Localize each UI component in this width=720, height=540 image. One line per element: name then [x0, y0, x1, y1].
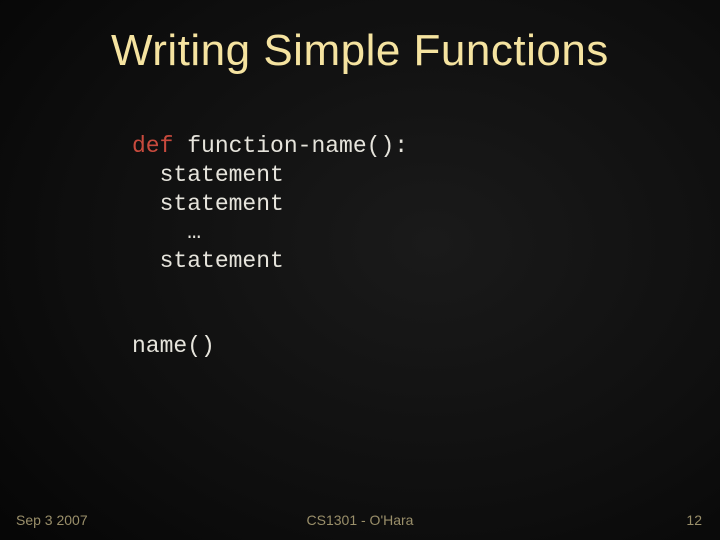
code-line: statement [132, 190, 408, 219]
code-block: def function-name(): statement statement… [132, 132, 408, 361]
footer-page-number: 12 [686, 512, 702, 528]
slide-title: Writing Simple Functions [111, 26, 609, 76]
code-line: … [132, 218, 408, 247]
function-signature: function-name(): [173, 133, 408, 159]
footer-course: CS1301 - O'Hara [0, 512, 720, 528]
code-def-line: def function-name(): [132, 132, 408, 161]
code-line: statement [132, 161, 408, 190]
slide: Writing Simple Functions def function-na… [0, 0, 720, 540]
code-line: statement [132, 247, 408, 276]
code-call-line: name() [132, 332, 408, 361]
footer: Sep 3 2007 CS1301 - O'Hara 12 [0, 508, 720, 528]
keyword-def: def [132, 133, 173, 159]
